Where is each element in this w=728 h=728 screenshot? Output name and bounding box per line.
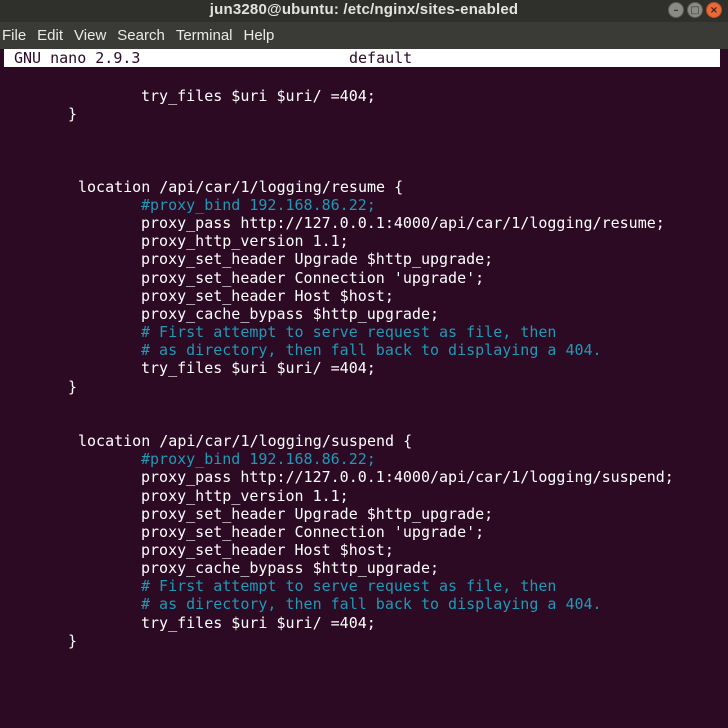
code-line: }	[68, 377, 78, 396]
menu-search[interactable]: Search	[112, 22, 169, 49]
code-line: proxy_pass http://127.0.0.1:4000/api/car…	[141, 214, 665, 233]
code-line: location /api/car/1/logging/resume {	[78, 177, 404, 196]
minimize-icon: –	[673, 4, 679, 16]
menu-help[interactable]: Help	[239, 22, 279, 49]
code-line: try_files $uri $uri/ =404;	[141, 613, 376, 632]
code-line: proxy_http_version 1.1;	[141, 486, 349, 505]
code-line: proxy_set_header Upgrade $http_upgrade;	[141, 504, 494, 523]
title-bar[interactable]: jun3280@ubuntu: /etc/nginx/sites-enabled…	[0, 0, 728, 22]
code-comment-line: #proxy_bind 192.168.86.22;	[141, 450, 376, 469]
window-title: jun3280@ubuntu: /etc/nginx/sites-enabled	[209, 1, 519, 18]
code-line: proxy_set_header Connection 'upgrade';	[141, 522, 485, 541]
maximize-icon: □	[690, 4, 700, 16]
nano-filename: default	[349, 49, 413, 67]
terminal-window: jun3280@ubuntu: /etc/nginx/sites-enabled…	[0, 0, 728, 728]
code-comment-line: #proxy_bind 192.168.86.22;	[141, 195, 376, 214]
menu-view[interactable]: View	[69, 22, 110, 49]
code-comment-line: # First attempt to serve request as file…	[141, 323, 557, 342]
code-line: try_files $uri $uri/ =404;	[141, 87, 376, 105]
menu-terminal[interactable]: Terminal	[171, 22, 237, 49]
menu-file[interactable]: File	[0, 22, 30, 49]
code-line: }	[68, 631, 78, 650]
maximize-button[interactable]: □	[687, 2, 703, 18]
editor-text-area[interactable]: try_files $uri $uri/ =404;} location /api…	[0, 67, 728, 728]
menu-edit[interactable]: Edit	[32, 22, 67, 49]
window-controls: – □ ×	[668, 2, 722, 18]
code-line: proxy_set_header Host $host;	[141, 286, 394, 305]
code-line: proxy_http_version 1.1;	[141, 232, 349, 251]
minimize-button[interactable]: –	[668, 2, 684, 18]
close-icon: ×	[709, 4, 719, 16]
close-button[interactable]: ×	[706, 2, 722, 18]
code-line: proxy_set_header Host $host;	[141, 541, 394, 559]
code-line: proxy_set_header Connection 'upgrade';	[141, 268, 485, 287]
code-line: proxy_set_header Upgrade $http_upgrade;	[141, 250, 494, 269]
code-comment-line: # as directory, then fall back to displa…	[141, 595, 602, 614]
code-comment-line: # as directory, then fall back to displa…	[141, 341, 602, 360]
nano-version: GNU nano 2.9.3	[14, 49, 141, 67]
code-comment-line: # First attempt to serve request as file…	[141, 577, 557, 596]
menu-bar: File Edit View Search Terminal Help	[0, 22, 728, 49]
code-line: }	[68, 105, 78, 124]
code-line: proxy_pass http://127.0.0.1:4000/api/car…	[141, 468, 674, 487]
code-line: proxy_cache_bypass $http_upgrade;	[141, 559, 440, 578]
code-line: proxy_cache_bypass $http_upgrade;	[141, 304, 440, 323]
code-line: location /api/car/1/logging/suspend {	[78, 432, 413, 451]
code-line: try_files $uri $uri/ =404;	[141, 359, 376, 378]
nano-header-bar: GNU nano 2.9.3 default	[4, 49, 720, 67]
